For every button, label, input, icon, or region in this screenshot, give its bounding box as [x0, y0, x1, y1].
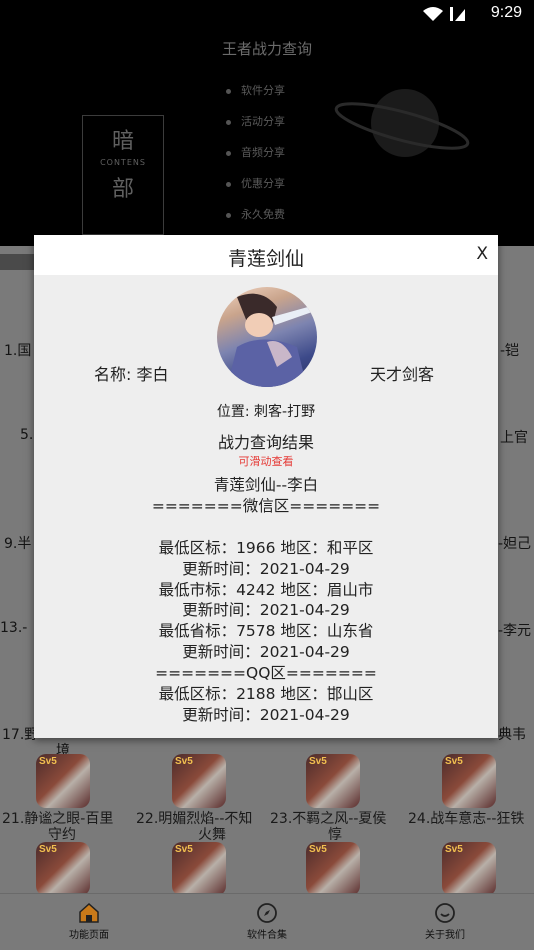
hero-thumbnail: Sv5 — [36, 754, 90, 808]
hero-avatar — [217, 287, 317, 387]
result-line: 最低省标：7578 地区：山东省 — [158, 622, 374, 641]
banner-menu-item: 优惠分享 — [226, 177, 285, 208]
hero-card[interactable]: Sv5 — [406, 842, 534, 896]
logo-top-char: 暗 — [111, 129, 134, 154]
result-line: 最低区标：1966 地区：和平区 — [158, 538, 374, 557]
hero-thumbnail: Sv5 — [442, 754, 496, 808]
game-logo-icon: Sv5 — [39, 756, 57, 767]
planet-icon — [334, 89, 470, 157]
section-title-fragment — [0, 254, 36, 270]
tab-label: 功能页面 — [69, 930, 109, 941]
hero-label-wrap: 守约 — [48, 827, 76, 843]
tab-function-page[interactable]: 功能页面 — [0, 894, 178, 950]
bullet-icon — [226, 89, 231, 94]
result-line — [34, 517, 498, 538]
hero-label[interactable]: 1.国 — [4, 340, 31, 360]
result-line: 更新时间：2021-04-29 — [182, 705, 350, 724]
hero-thumbnail: Sv5 — [442, 842, 496, 896]
game-logo-icon: Sv5 — [175, 756, 193, 767]
bottom-tab-bar: 功能页面 软件合集 关于我们 — [0, 893, 534, 950]
result-line: 更新时间：2021-04-29 — [182, 643, 350, 662]
banner-menu-item: 音频分享 — [226, 146, 285, 177]
header-banner: 王者战力查询 暗 CONTENS 部 软件分享 活动分享 音频分享 优惠分享 永… — [0, 28, 534, 246]
hero-card[interactable]: Sv5 23.不羁之风--夏侯 惇 — [270, 754, 400, 843]
tab-label: 关于我们 — [425, 930, 465, 941]
hero-label: 21.静谧之眼-百里 — [2, 811, 114, 827]
result-line: =======QQ区======= — [155, 664, 377, 683]
status-bar: 9:29 — [0, 0, 534, 28]
tab-label: 软件合集 — [247, 930, 287, 941]
hero-label[interactable]: -妲己 — [498, 533, 531, 553]
clock: 9:29 — [490, 4, 522, 21]
wifi-icon — [423, 7, 465, 21]
hero-card[interactable]: Sv5 24.战车意志--狂铁 — [406, 754, 534, 827]
smile-icon — [356, 902, 534, 924]
compass-icon — [178, 902, 356, 924]
hero-label: 24.战车意志--狂铁 — [408, 811, 525, 827]
game-logo-icon: Sv5 — [309, 844, 327, 855]
tab-about-us[interactable]: 关于我们 — [356, 894, 534, 950]
hero-thumbnail: Sv5 — [36, 842, 90, 896]
hero-thumbnail: Sv5 — [172, 842, 226, 896]
result-line: 更新时间：2021-04-29 — [182, 601, 350, 620]
banner-menu: 软件分享 活动分享 音频分享 优惠分享 永久免费 — [226, 84, 285, 239]
bullet-icon — [226, 151, 231, 156]
game-logo-icon: Sv5 — [445, 844, 463, 855]
dialog-header: 青莲剑仙 X — [34, 235, 498, 275]
hero-label[interactable]: 9.半 — [4, 533, 31, 553]
status-icons — [422, 6, 466, 26]
result-line: 青莲剑仙--李白 — [213, 476, 319, 494]
hero-card[interactable]: Sv5 — [0, 842, 130, 896]
dialog-title: 青莲剑仙 — [227, 248, 304, 270]
hero-epithet: 天才剑客 — [369, 365, 434, 384]
result-line: 最低区标：2188 地区：邯山区 — [158, 685, 374, 704]
hero-label[interactable]: 5. — [20, 427, 33, 443]
game-logo-icon: Sv5 — [445, 756, 463, 767]
hero-label: 23.不羁之风--夏侯 — [270, 811, 387, 827]
hero-label-wrap: 惇 — [328, 827, 342, 843]
result-line: 更新时间：2021-04-29 — [182, 559, 350, 578]
hero-card[interactable]: Sv5 22.明媚烈焰--不知 火舞 — [136, 754, 266, 843]
hero-card[interactable]: Sv5 — [270, 842, 400, 896]
hero-position: 位置: 刺客-打野 — [216, 404, 316, 420]
hero-thumbnail: Sv5 — [172, 754, 226, 808]
hero-label[interactable]: 17.野 — [2, 724, 38, 744]
hero-thumbnail: Sv5 — [306, 754, 360, 808]
hero-card[interactable]: Sv5 — [136, 842, 266, 896]
hero-label[interactable]: 典韦 — [498, 724, 526, 744]
scroll-hint: 可滑动查看 — [238, 455, 294, 468]
game-logo-icon: Sv5 — [309, 756, 327, 767]
logo-middle-text: CONTENS — [100, 158, 146, 167]
result-line: 最低市标：4242 地区：眉山市 — [158, 580, 374, 599]
signal-icon — [450, 7, 453, 21]
hero-label[interactable]: 13.- — [0, 620, 27, 636]
logo: 暗 CONTENS 部 — [82, 115, 164, 235]
app-title: 王者战力查询 — [221, 40, 312, 58]
hero-power-dialog: 青莲剑仙 X 名称: 李白 天才剑客 位置: 刺客-打野 战力查询结果 可滑动查… — [34, 235, 498, 738]
hero-label[interactable]: -铠 — [500, 340, 519, 360]
bullet-icon — [226, 120, 231, 125]
hero-portrait-icon — [227, 293, 315, 387]
banner-menu-item: 活动分享 — [226, 115, 285, 146]
logo-bottom-char: 部 — [111, 177, 134, 202]
tab-software-collection[interactable]: 软件合集 — [178, 894, 356, 950]
bullet-icon — [226, 182, 231, 187]
result-scroll-area[interactable]: 青莲剑仙--李白 =======微信区======= 最低区标：1966 地区：… — [34, 475, 498, 730]
hero-name: 名称: 李白 — [94, 365, 169, 384]
hero-label[interactable]: 上官 — [500, 427, 528, 447]
home-icon — [0, 902, 178, 924]
hero-label-wrap: 火舞 — [198, 827, 226, 843]
hero-label[interactable]: -李元 — [498, 620, 531, 640]
result-line: =======微信区======= — [151, 496, 381, 515]
hero-thumbnail: Sv5 — [306, 842, 360, 896]
banner-menu-item: 软件分享 — [226, 84, 285, 115]
result-heading: 战力查询结果 — [217, 433, 314, 452]
hero-label: 22.明媚烈焰--不知 — [136, 811, 253, 827]
close-button[interactable]: X — [476, 244, 488, 264]
hero-card[interactable]: Sv5 21.静谧之眼-百里 守约 — [0, 754, 130, 843]
bullet-icon — [226, 213, 231, 218]
game-logo-icon: Sv5 — [39, 844, 57, 855]
game-logo-icon: Sv5 — [175, 844, 193, 855]
